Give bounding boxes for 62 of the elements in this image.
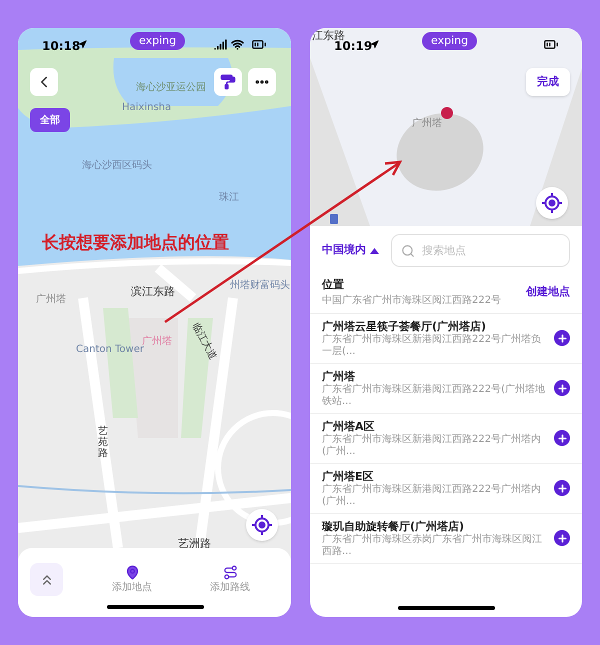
create-place-link[interactable]: 创建地点: [526, 284, 570, 300]
plus-icon: [556, 432, 568, 444]
more-button[interactable]: [248, 68, 276, 96]
battery-icon: [251, 37, 267, 52]
result-address: 广东省广州市海珠区新港阅江西路222号(广州塔地铁站...: [322, 384, 546, 408]
plus-icon: [556, 332, 568, 344]
done-button[interactable]: 完成: [526, 68, 570, 96]
location-arrow-icon: [78, 40, 87, 49]
map-label: 海心沙亚运公园: [136, 80, 206, 95]
search-field[interactable]: 搜索地点: [391, 234, 570, 267]
add-button[interactable]: [554, 330, 570, 346]
region-selector[interactable]: 中国境内: [322, 242, 379, 259]
map-label: Canton Tower: [76, 344, 144, 357]
map-label: 广州塔: [412, 116, 442, 131]
crosshair-icon: [542, 193, 562, 213]
plus-icon: [556, 482, 568, 494]
location-arrow-icon: [370, 40, 379, 49]
paint-button[interactable]: [214, 68, 242, 96]
map-label: 广州塔: [142, 334, 172, 347]
map-label: 艺洲路: [178, 536, 211, 552]
location-title: 位置: [322, 277, 345, 293]
crosshair-icon: [252, 515, 272, 535]
map-label: 州塔财富码头: [230, 278, 290, 293]
app-badge: exping: [422, 32, 478, 50]
add-button[interactable]: [554, 530, 570, 546]
plus-icon: [556, 532, 568, 544]
location-address: 中国广东省广州市海珠区阅江西路222号: [322, 294, 502, 306]
map-label: 滨江东路: [131, 284, 175, 300]
result-name[interactable]: 广州塔A区: [322, 418, 548, 434]
map-label: 海心沙西区码头: [82, 158, 152, 173]
result-address: 广东省广州市海珠区新港阅江西路222号广州塔内(广州...: [322, 484, 542, 508]
app-badge: exping: [130, 32, 186, 50]
map-label: 艺苑路: [98, 426, 108, 459]
map-label: 珠江: [219, 190, 239, 205]
expand-button[interactable]: [30, 563, 63, 596]
map-label: 广州塔: [36, 292, 66, 307]
result-address: 广东省广州市海珠区赤岗广东省广州市海珠区阅江西路...: [322, 534, 543, 558]
filter-button[interactable]: 全部: [30, 108, 70, 132]
result-name[interactable]: 广州塔: [322, 368, 548, 384]
paint-roller-icon: [220, 74, 236, 90]
status-time: 10:19: [334, 39, 372, 55]
search-icon: [401, 244, 415, 258]
battery-icon: [543, 37, 559, 52]
result-name[interactable]: 璇玑自助旋转餐厅(广州塔店): [322, 518, 548, 534]
plus-icon: [556, 382, 568, 394]
signal-icon: [214, 38, 227, 51]
result-name[interactable]: 广州塔E区: [322, 468, 548, 484]
wifi-icon: [231, 38, 244, 51]
map-pin-icon: [124, 564, 140, 580]
status-time: 10:18: [42, 38, 80, 55]
add-button[interactable]: [554, 480, 570, 496]
result-address: 广东省广州市海珠区新港阅江西路222号广州塔负一层(...: [322, 334, 542, 358]
result-name[interactable]: 广州塔云星筷子荟餐厅(广州塔店): [322, 318, 548, 334]
route-icon: [222, 564, 238, 580]
result-address: 广东省广州市海珠区新港阅江西路222号广州塔内(广州...: [322, 434, 542, 458]
annotation-text: 长按想要添加地点的位置: [42, 232, 229, 255]
back-button[interactable]: [30, 68, 58, 96]
caret-icon: [370, 248, 379, 254]
add-button[interactable]: [554, 380, 570, 396]
add-button[interactable]: [554, 430, 570, 446]
map-label: 临江大道: [188, 320, 220, 363]
map-label: Haixinsha: [122, 101, 172, 115]
